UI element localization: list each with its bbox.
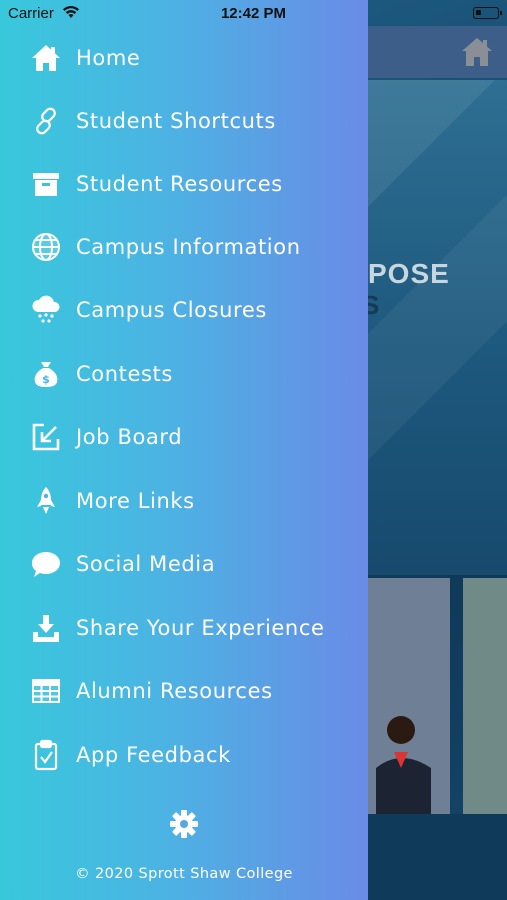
menu-item-contests[interactable]: $ Contests (0, 344, 368, 404)
menu-item-label: Campus Information (76, 235, 301, 259)
person-photo (376, 716, 431, 814)
home-icon[interactable] (459, 34, 495, 70)
status-bar: Carrier 12:42 PM (0, 0, 507, 26)
menu-item-alumni-resources[interactable]: Alumni Resources (0, 661, 368, 721)
menu-item-label: App Feedback (76, 743, 231, 767)
background-top-bar (368, 26, 507, 78)
svg-text:$: $ (42, 373, 50, 386)
speech-bubble-icon (30, 548, 62, 580)
menu-item-label: Student Shortcuts (76, 109, 276, 133)
download-tray-icon (30, 612, 62, 644)
menu-item-student-resources[interactable]: Student Resources (0, 154, 368, 214)
background-card-photo-2 (463, 578, 507, 814)
menu-item-label: Social Media (76, 552, 216, 576)
rocket-icon (30, 485, 62, 517)
menu-item-social-media[interactable]: Social Media (0, 534, 368, 594)
money-bag-icon: $ (30, 358, 62, 390)
menu-item-app-feedback[interactable]: App Feedback (0, 725, 368, 785)
menu-item-label: Share Your Experience (76, 616, 325, 640)
archive-box-icon (30, 168, 62, 200)
menu-item-student-shortcuts[interactable]: Student Shortcuts (0, 91, 368, 151)
menu-item-label: More Links (76, 489, 195, 513)
link-icon (30, 105, 62, 137)
menu-item-label: Student Resources (76, 172, 283, 196)
menu-item-job-board[interactable]: Job Board (0, 407, 368, 467)
background-hero-text: POSE (368, 258, 450, 289)
menu-item-label: Job Board (76, 425, 183, 449)
snow-cloud-icon (30, 294, 62, 326)
background-hero-banner (368, 80, 507, 575)
menu-item-campus-closures[interactable]: Campus Closures (0, 280, 368, 340)
menu-item-label: Alumni Resources (76, 679, 273, 703)
background-bottom (368, 814, 507, 900)
home-icon (30, 42, 62, 74)
gear-icon[interactable] (168, 808, 200, 840)
menu-item-label: Campus Closures (76, 298, 267, 322)
globe-icon (30, 231, 62, 263)
menu-item-campus-information[interactable]: Campus Information (0, 217, 368, 277)
table-grid-icon (30, 675, 62, 707)
battery-icon (473, 7, 502, 19)
menu-item-label: Home (76, 46, 141, 70)
menu-item-more-links[interactable]: More Links (0, 471, 368, 531)
menu-item-share-your-experience[interactable]: Share Your Experience (0, 598, 368, 658)
menu-item-label: Contests (76, 362, 173, 386)
status-time: 12:42 PM (220, 5, 287, 22)
arrow-in-box-icon (30, 421, 62, 453)
menu-item-home[interactable]: Home (0, 28, 368, 88)
clipboard-check-icon (30, 739, 62, 771)
copyright-text: © 2020 Sprott Shaw College (75, 866, 293, 882)
background-card-photo (368, 578, 450, 814)
